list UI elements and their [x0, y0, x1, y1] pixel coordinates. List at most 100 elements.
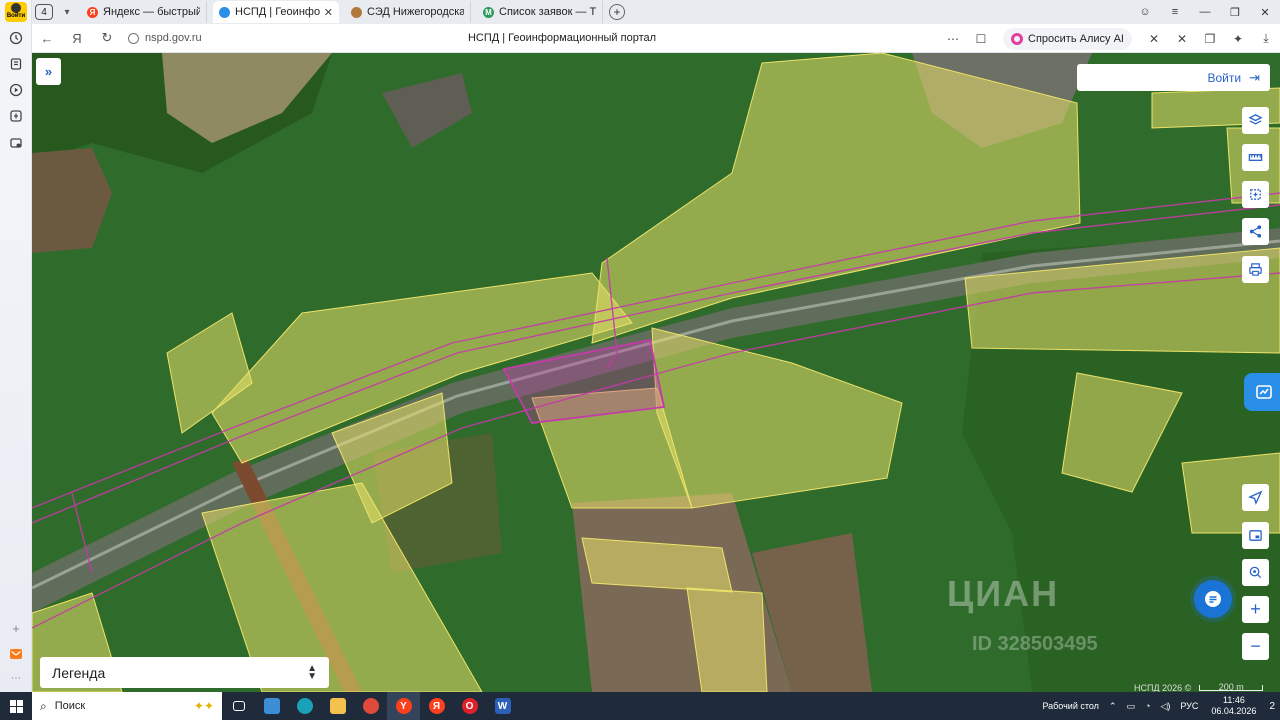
notifications-count[interactable]: 2 — [1269, 701, 1275, 712]
extensions-icon[interactable]: ✦ — [1224, 32, 1252, 46]
alice-icon — [1011, 32, 1024, 45]
zoom-out-button[interactable]: − — [1242, 633, 1269, 660]
more-actions-icon[interactable]: ⋯ — [939, 32, 967, 46]
tab-list-chevron-icon[interactable]: ▾ — [59, 7, 75, 18]
nspd-favicon-icon — [219, 6, 230, 18]
login-button[interactable]: Войти ⇥ — [1077, 64, 1270, 91]
tab-yandex[interactable]: Я Яндекс — быстрый поиск — [81, 1, 207, 23]
chevron-updown-icon: ▲ ▼ — [307, 662, 317, 682]
ruler-button[interactable] — [1242, 144, 1269, 171]
edge-icon — [296, 698, 313, 714]
extension-2-icon[interactable]: ✕ — [1168, 32, 1196, 46]
profile-icon[interactable]: ☺ — [1130, 6, 1160, 18]
scale-label: 200 m — [1199, 683, 1264, 692]
layers-button[interactable] — [1242, 107, 1269, 134]
opera-icon: O — [461, 698, 478, 714]
taskbar-app-yandex2[interactable]: Я — [420, 692, 453, 720]
clock[interactable]: 11:46 06.04.2026 — [1211, 695, 1256, 717]
tab-sed[interactable]: СЭД Нижегородская область — [345, 1, 471, 23]
satellite-map[interactable] — [32, 53, 1280, 692]
taskbar-app-files[interactable] — [321, 692, 354, 720]
more-icon[interactable]: ⋯ — [6, 668, 26, 688]
ask-alice-button[interactable]: Спросить Алису AI — [1003, 27, 1132, 50]
back-icon[interactable]: ← — [32, 31, 62, 46]
yandex-browser-icon: Y — [395, 698, 412, 714]
screenshot-icon[interactable] — [6, 133, 26, 153]
user-icon — [11, 3, 21, 13]
ask-alice-label: Спросить Алису AI — [1028, 32, 1124, 45]
task-view-icon — [232, 701, 245, 711]
login-icon: ⇥ — [1249, 69, 1260, 85]
url-text: nspd.gov.ru — [145, 32, 202, 44]
watermark-id: ID 328503495 — [972, 633, 1098, 655]
geolocation-button[interactable] — [1242, 484, 1269, 511]
tab-technokad[interactable]: M Список заявок — ТехноКад — [477, 1, 603, 23]
layers-icon — [1248, 114, 1263, 125]
start-button[interactable] — [0, 692, 32, 720]
taskbar-app-explorer-tiles[interactable] — [255, 692, 288, 720]
bookmark-icon[interactable]: ☐ — [967, 32, 995, 46]
tiles-app-icon — [263, 698, 280, 714]
select-area-icon — [1250, 189, 1261, 200]
language-indicator[interactable]: РУС — [1180, 701, 1198, 711]
taskbar-app-opera[interactable]: O — [453, 692, 486, 720]
tab-nspd[interactable]: НСПД | Геоинформационный портал ✕ — [213, 1, 339, 23]
taskbar: ⌕ Поиск ✦✦ Y Я O W Рабочий стол ⌃ ▭ ◔ ◁)… — [0, 692, 1280, 720]
print-button[interactable] — [1242, 256, 1269, 283]
wifi-icon[interactable]: ◔ — [1145, 701, 1150, 711]
chrome-icon — [362, 698, 379, 714]
task-view-button[interactable] — [222, 692, 255, 720]
menu-icon[interactable]: ≡ — [1160, 6, 1190, 18]
minimize-icon[interactable]: — — [1190, 6, 1220, 18]
tab-label: НСПД | Геоинформационный портал — [235, 6, 320, 18]
zoom-in-button[interactable]: + — [1242, 596, 1269, 623]
windows-icon — [9, 699, 23, 713]
close-tab-icon[interactable]: ✕ — [324, 6, 333, 19]
share-button[interactable] — [1242, 218, 1269, 245]
zen-icon[interactable] — [6, 106, 26, 126]
taskbar-app-edge[interactable] — [288, 692, 321, 720]
new-tab-button[interactable]: + — [609, 4, 625, 20]
time: 11:46 — [1222, 695, 1245, 705]
network-icon[interactable]: ▭ — [1126, 701, 1135, 712]
search-location-button[interactable] — [1242, 559, 1269, 586]
print-icon — [1249, 263, 1262, 276]
side-panel-tab[interactable] — [1244, 373, 1280, 411]
expand-panel-button[interactable]: » — [36, 58, 61, 85]
legend-dropdown[interactable]: Легенда ▲ ▼ — [40, 657, 329, 688]
yandex-icon: Я — [428, 698, 445, 714]
history-icon[interactable] — [6, 28, 26, 48]
legend-label: Легенда — [52, 664, 106, 681]
yandex-home-icon[interactable]: Я — [62, 31, 92, 46]
play-icon[interactable] — [6, 80, 26, 100]
taskbar-search[interactable]: ⌕ Поиск ✦✦ — [32, 692, 222, 720]
copy-icon[interactable]: ❐ — [1196, 32, 1224, 46]
taskbar-app-yandex[interactable]: Y — [387, 692, 420, 720]
address-bar-actions: ⋯ ☐ Спросить Алису AI ✕ ✕ ❐ ✦ ⤓ — [939, 24, 1280, 53]
minimap-button[interactable] — [1242, 522, 1269, 549]
volume-icon[interactable]: ◁) — [1160, 701, 1170, 712]
tray-chevron-icon[interactable]: ⌃ — [1109, 701, 1117, 712]
url-field[interactable]: nspd.gov.ru — [128, 32, 202, 44]
window-controls: ☺ ≡ — ❐ ✕ — [1130, 0, 1280, 24]
downloads-icon[interactable]: ⤓ — [1252, 31, 1280, 46]
taskbar-app-word[interactable]: W — [486, 692, 519, 720]
share-icon — [1249, 225, 1262, 238]
close-window-icon[interactable]: ✕ — [1250, 6, 1280, 19]
add-icon[interactable]: + — [6, 618, 26, 638]
select-area-button[interactable] — [1242, 181, 1269, 208]
sed-favicon-icon — [351, 6, 362, 18]
extension-icon[interactable]: ✕ — [1140, 32, 1168, 46]
map-viewport[interactable]: ЦИАН ID 328503495 » Войти ⇥ + − Легенда … — [32, 53, 1280, 692]
collections-icon[interactable] — [6, 54, 26, 74]
restore-icon[interactable]: ❐ — [1220, 6, 1250, 19]
reload-icon[interactable]: ↻ — [92, 30, 122, 46]
folder-icon — [329, 698, 346, 714]
site-info-icon[interactable] — [128, 32, 139, 44]
chat-button[interactable] — [1194, 580, 1232, 618]
taskbar-app-chrome[interactable] — [354, 692, 387, 720]
desktop-label[interactable]: Рабочий стол — [1042, 701, 1099, 711]
avatar[interactable]: Войти — [5, 2, 27, 22]
tab-count[interactable]: 4 — [35, 4, 53, 20]
mail-app-icon[interactable] — [6, 644, 26, 664]
